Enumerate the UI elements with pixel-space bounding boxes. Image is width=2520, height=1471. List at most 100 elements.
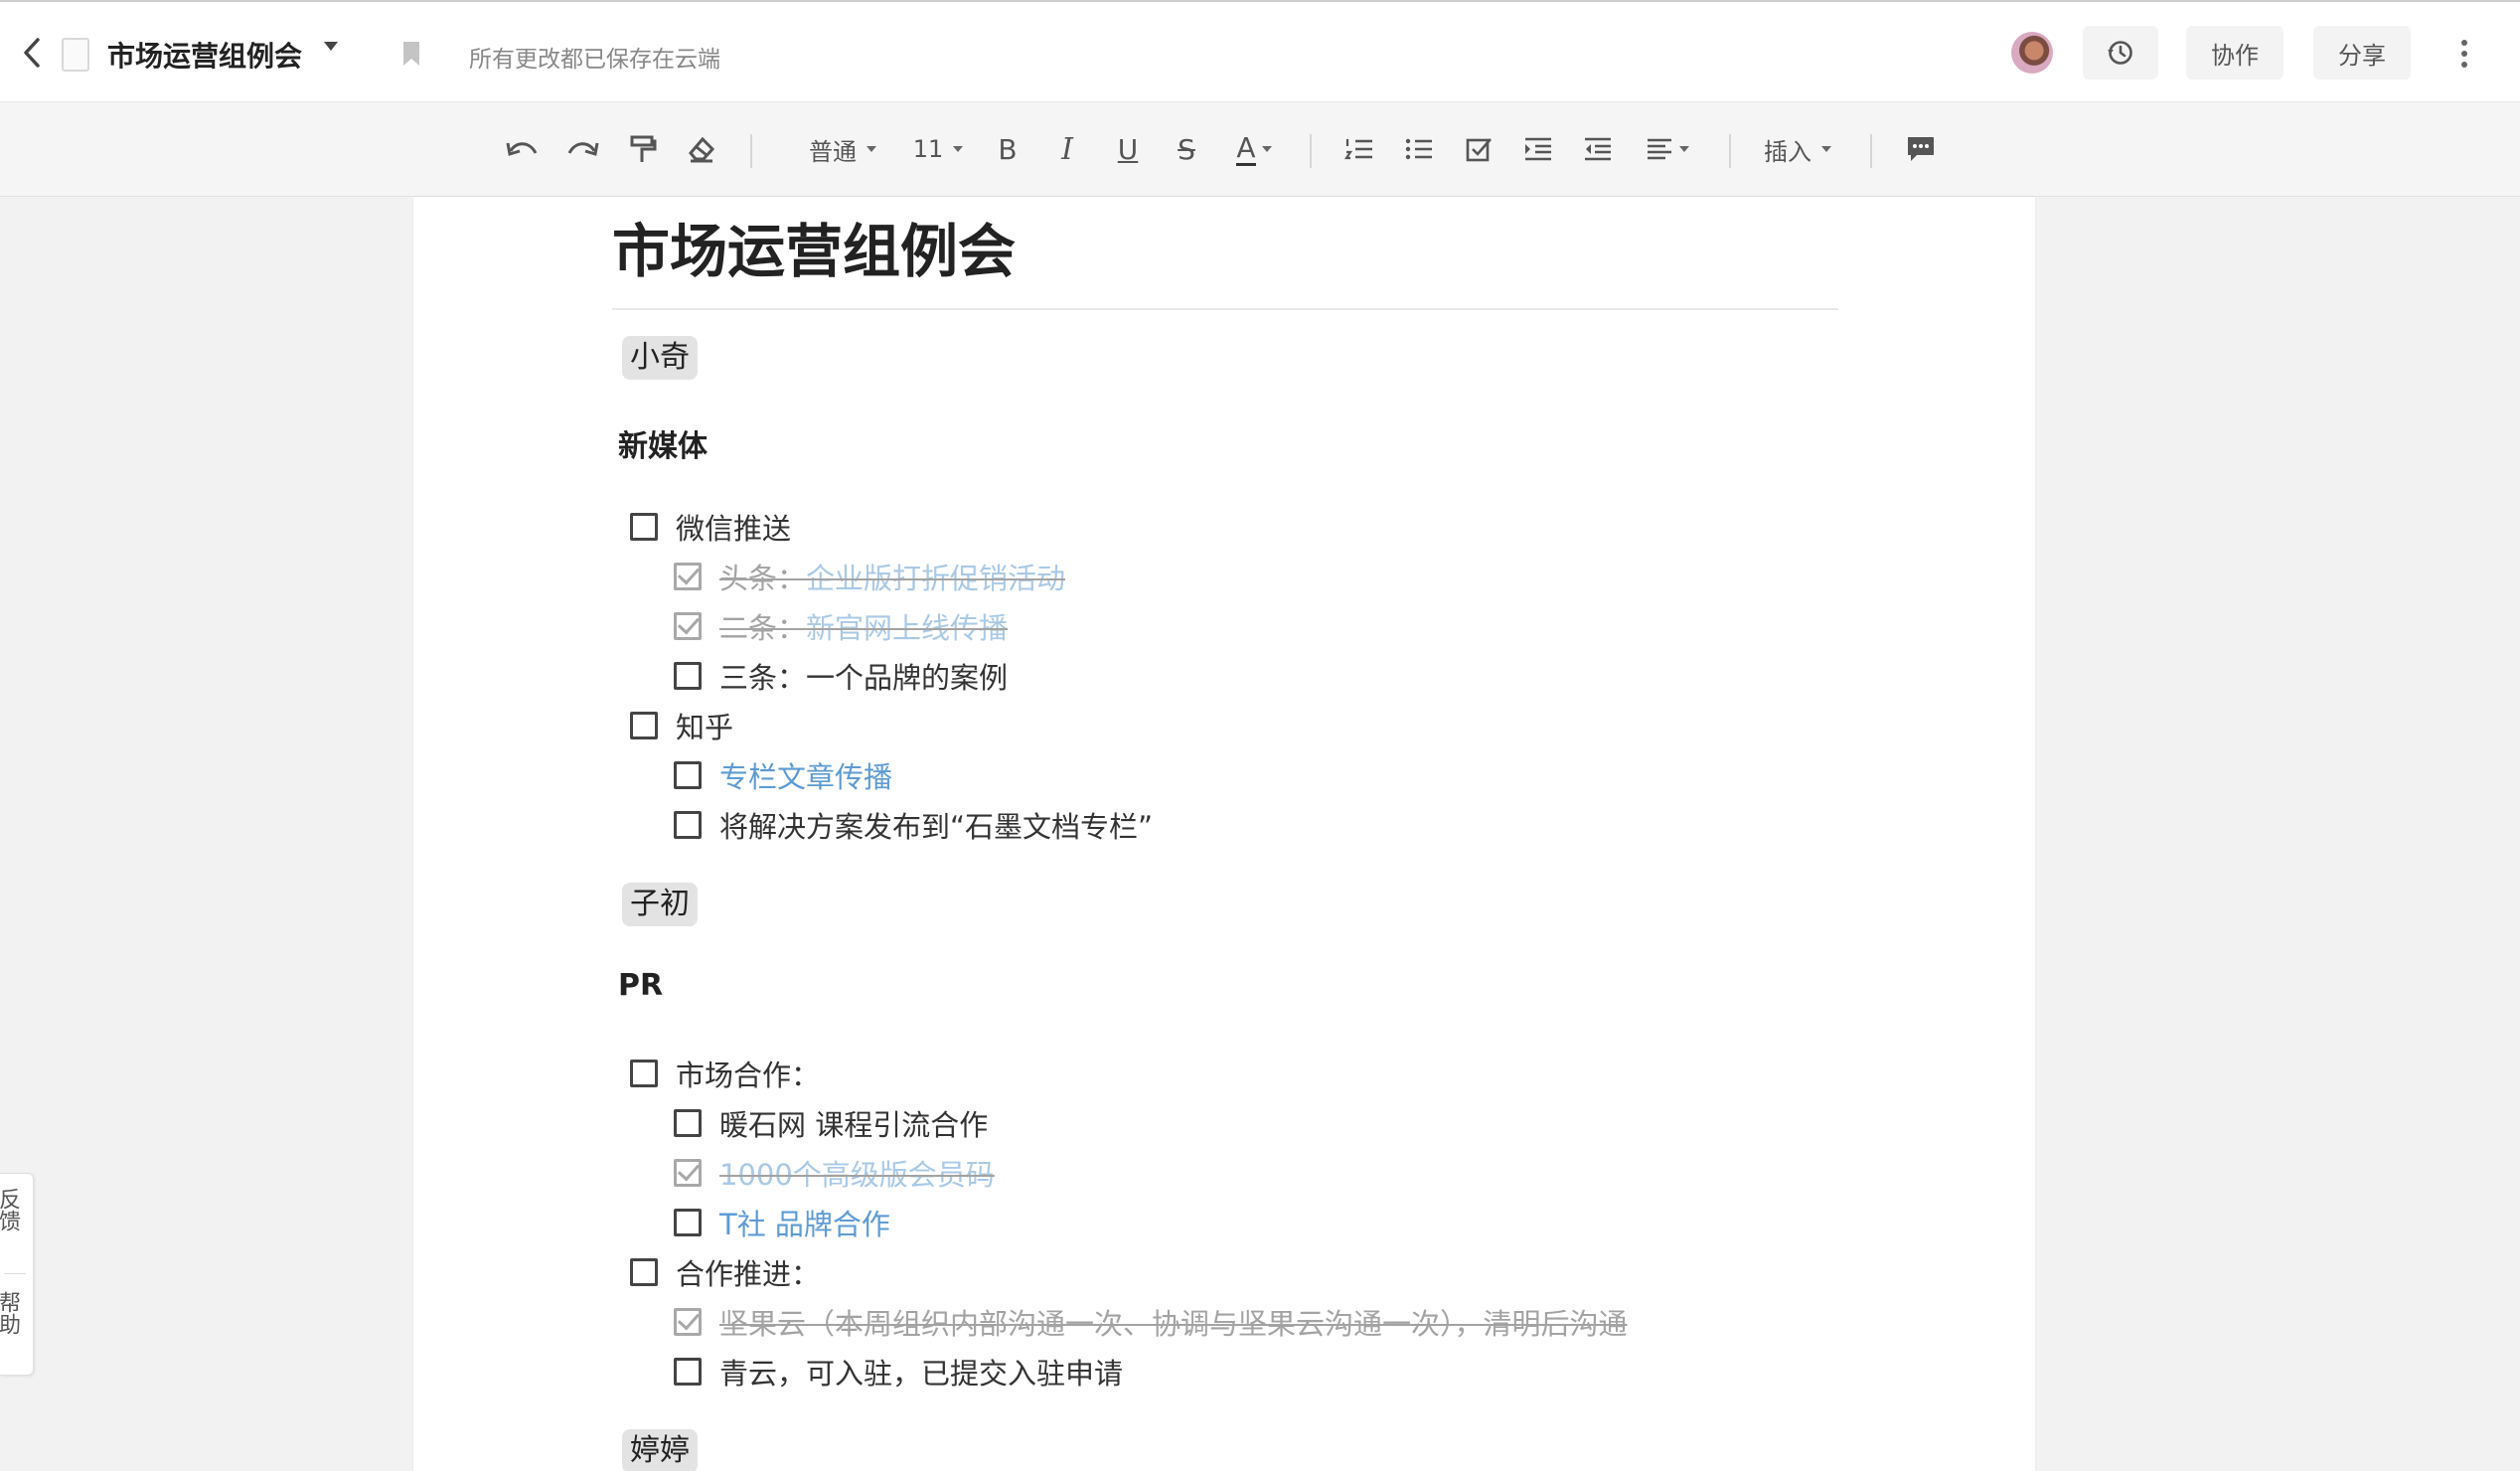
checklist-item: 微信推送 [630,507,791,547]
mention-tag[interactable]: 婷婷 [622,1429,698,1471]
checkbox[interactable] [674,761,702,789]
checklist-item: 专栏文章传播 [674,755,892,795]
checklist-item: 坚果云（本周组织内部沟通一次、协调与坚果云沟通一次），清明后沟通 [674,1302,1628,1342]
item-text: 将解决方案发布到“石墨文档专栏” [719,810,1154,844]
comment-icon[interactable] [1904,126,1938,172]
title-dropdown-icon[interactable] [324,42,338,51]
checkbox[interactable] [630,712,658,739]
item-text: 市场合作： [676,1059,821,1092]
item-text: 暖石网 课程引流合作 [719,1108,989,1142]
toolbar-divider [1310,134,1312,168]
paragraph-style-select[interactable]: 普通 [795,126,890,172]
ordered-list-icon[interactable] [1341,126,1377,172]
insert-menu[interactable]: 插入 [1759,126,1836,172]
align-select[interactable] [1640,126,1695,172]
more-options-icon[interactable] [2454,36,2474,72]
checklist-item: 将解决方案发布到“石墨文档专栏” [674,805,1153,845]
outdent-icon[interactable] [1580,126,1616,172]
item-text: 青云，可入驻，已提交入驻申请 [719,1357,1124,1390]
clear-format-icon[interactable] [684,126,719,172]
indent-icon[interactable] [1520,126,1556,172]
checklist-item: 知乎 [630,706,733,745]
checklist-item: 二条： 新官网上线传播 [674,606,1008,646]
format-toolbar: 普通 11 B I U S A 插入 [0,102,2520,197]
save-status: 所有更改都已保存在云端 [469,47,720,73]
item-link[interactable]: 专栏文章传播 [719,754,892,796]
document-icon [62,38,89,72]
top-bar: 市场运营组例会 所有更改都已保存在云端 协作 分享 [0,0,2520,102]
checklist-item: 1000个高级版会员码 [674,1153,995,1193]
mention-tag[interactable]: 子初 [622,883,698,926]
document-title[interactable]: 市场运营组例会 [107,35,302,75]
chevron-down-icon [1679,146,1689,152]
item-link[interactable]: T社 品牌合作 [719,1202,890,1243]
checkbox[interactable] [674,1109,702,1137]
checkbox[interactable] [630,1060,658,1087]
mention-tag[interactable]: 小奇 [622,336,698,380]
underline-button[interactable]: U [1111,126,1145,172]
checkbox[interactable] [674,1209,702,1236]
checklist-item: 青云，可入驻，已提交入驻申请 [674,1352,1123,1391]
italic-button[interactable]: I [1051,126,1083,172]
checkbox[interactable] [674,563,702,590]
checkbox[interactable] [674,662,702,690]
item-prefix: 头条： [719,562,807,595]
section-heading: 新媒体 [618,429,708,464]
item-text: 坚果云（本周组织内部沟通一次、协调与坚果云沟通一次），清明后沟通 [719,1307,1628,1341]
checklist-item: 市场合作： [630,1054,820,1093]
checklist-item: 暖石网 课程引流合作 [674,1103,988,1143]
checklist-icon[interactable] [1461,126,1496,172]
feedback-help-tab: 反馈 帮助 [0,1173,34,1376]
bold-button[interactable]: B [992,126,1024,172]
paragraph-style-label: 普通 [809,137,857,166]
chevron-down-icon [1261,146,1272,152]
checklist-item: T社 品牌合作 [674,1203,890,1242]
item-text: 知乎 [676,711,734,744]
bookmark-icon[interactable] [401,40,421,68]
align-left-icon [1648,138,1671,160]
checkbox[interactable] [630,1258,658,1286]
checklist-item: 合作推进： [630,1252,820,1292]
title-divider [612,308,1838,310]
chevron-down-icon [953,146,964,152]
font-size-label: 11 [912,135,944,163]
feedback-link[interactable]: 反馈 [0,1188,22,1231]
checkbox[interactable] [674,1308,702,1336]
item-text: 微信推送 [676,512,792,546]
checkbox[interactable] [674,612,702,640]
checkbox[interactable] [674,811,702,839]
bullet-list-icon[interactable] [1401,126,1437,172]
back-arrow-icon[interactable] [18,34,48,72]
strikethrough-button[interactable]: S [1171,126,1202,172]
section-heading: PR [618,968,664,1003]
text-color-label: A [1236,130,1256,166]
avatar[interactable] [2011,32,2053,74]
format-painter-icon[interactable] [624,126,662,172]
collaborate-button[interactable]: 协作 [2186,26,2284,80]
item-link[interactable]: 1000个高级版会员码 [719,1152,995,1194]
history-icon [2108,41,2132,65]
chevron-down-icon [866,146,876,152]
undo-icon[interactable] [503,126,543,172]
item-link[interactable]: 企业版打折促销活动 [806,556,1065,597]
share-button[interactable]: 分享 [2313,26,2411,80]
checkbox[interactable] [674,1358,702,1386]
doc-heading[interactable]: 市场运营组例会 [612,205,1016,288]
tab-divider [4,1273,26,1274]
text-color-button[interactable]: A [1228,126,1280,172]
checklist-item: 三条：一个品牌的案例 [674,656,1008,696]
item-link[interactable]: 新官网上线传播 [806,605,1008,647]
font-size-select[interactable]: 11 [912,126,964,172]
chevron-down-icon [1821,146,1831,152]
document-page: 市场运营组例会 小奇 新媒体 微信推送 头条： 企业版打折促销活动 二条： 新官网上… [413,197,2035,1471]
checkbox[interactable] [674,1159,702,1187]
toolbar-divider [1870,134,1872,168]
checklist-item: 头条： 企业版打折促销活动 [674,557,1065,596]
history-button[interactable] [2083,26,2158,80]
help-link[interactable]: 帮助 [0,1291,22,1335]
toolbar-divider [750,134,752,168]
item-prefix: 二条： [719,611,807,645]
redo-icon[interactable] [562,126,602,172]
insert-label: 插入 [1764,137,1811,166]
checkbox[interactable] [630,513,658,541]
